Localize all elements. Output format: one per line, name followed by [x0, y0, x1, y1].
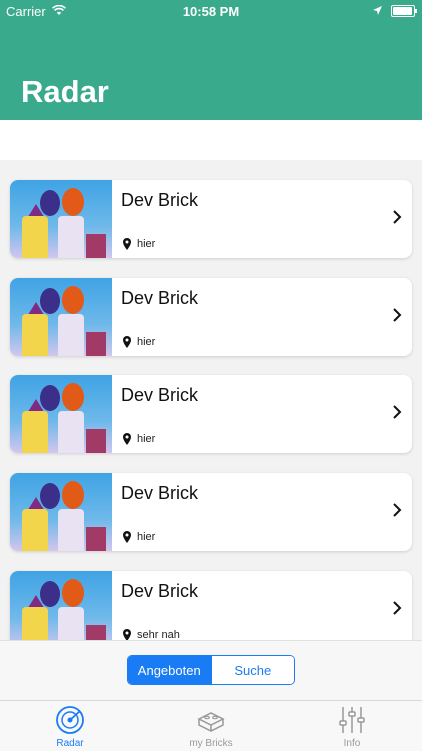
chevron-right-icon — [393, 210, 402, 224]
item-thumbnail — [10, 375, 112, 453]
item-title: Dev Brick — [121, 288, 199, 308]
radar-icon — [56, 706, 84, 734]
tab-my-bricks[interactable]: my Bricks — [141, 701, 281, 751]
list-spacer — [0, 120, 422, 160]
page-title: Radar — [21, 74, 109, 109]
location-arrow-icon — [372, 4, 383, 19]
item-title: Dev Brick — [121, 483, 199, 503]
item-thumbnail — [10, 180, 112, 258]
item-list[interactable]: Dev Brick hier Dev Brick hier Dev Brick … — [0, 120, 422, 640]
location-pin-icon — [123, 336, 131, 348]
list-item[interactable]: Dev Brick hier — [10, 375, 412, 453]
item-location: hier — [137, 531, 156, 543]
location-pin-icon — [123, 531, 131, 543]
location-pin-icon — [123, 629, 131, 640]
item-location: hier — [137, 238, 156, 250]
item-title: Dev Brick — [121, 385, 199, 405]
segment-angeboten[interactable]: Angeboten — [128, 656, 211, 684]
tab-label: Radar — [56, 738, 84, 749]
chevron-right-icon — [393, 503, 402, 517]
item-thumbnail — [10, 473, 112, 551]
list-item[interactable]: Dev Brick hier — [10, 473, 412, 551]
tab-info[interactable]: Info — [282, 701, 422, 751]
list-item[interactable]: Dev Brick sehr nah — [10, 571, 412, 640]
item-thumbnail — [10, 571, 112, 640]
sliders-icon — [339, 707, 365, 733]
segment-suche[interactable]: Suche — [210, 656, 294, 684]
tab-label: my Bricks — [189, 738, 233, 749]
chevron-right-icon — [393, 601, 402, 615]
item-title: Dev Brick — [121, 190, 199, 210]
segment-bar: Angeboten Suche — [0, 640, 422, 701]
item-title: Dev Brick — [121, 581, 199, 601]
list-item[interactable]: Dev Brick hier — [10, 180, 412, 258]
item-location: hier — [137, 433, 156, 445]
clock: 10:58 PM — [182, 4, 240, 19]
tab-bar: Radar my Bricks Info — [0, 700, 422, 751]
tab-label: Info — [343, 738, 361, 749]
tab-radar[interactable]: Radar — [0, 701, 140, 751]
header: Carrier 10:58 PM Radar — [0, 0, 422, 120]
location-pin-icon — [123, 238, 131, 250]
list-item[interactable]: Dev Brick hier — [10, 278, 412, 356]
chevron-right-icon — [393, 405, 402, 419]
item-thumbnail — [10, 278, 112, 356]
status-bar: Carrier 10:58 PM — [0, 0, 422, 22]
chevron-right-icon — [393, 308, 402, 322]
segmented-control[interactable]: Angeboten Suche — [127, 655, 295, 685]
battery-icon — [391, 5, 417, 17]
item-location: hier — [137, 336, 156, 348]
brick-icon — [197, 712, 225, 732]
item-location: sehr nah — [137, 629, 180, 640]
location-pin-icon — [123, 433, 131, 445]
